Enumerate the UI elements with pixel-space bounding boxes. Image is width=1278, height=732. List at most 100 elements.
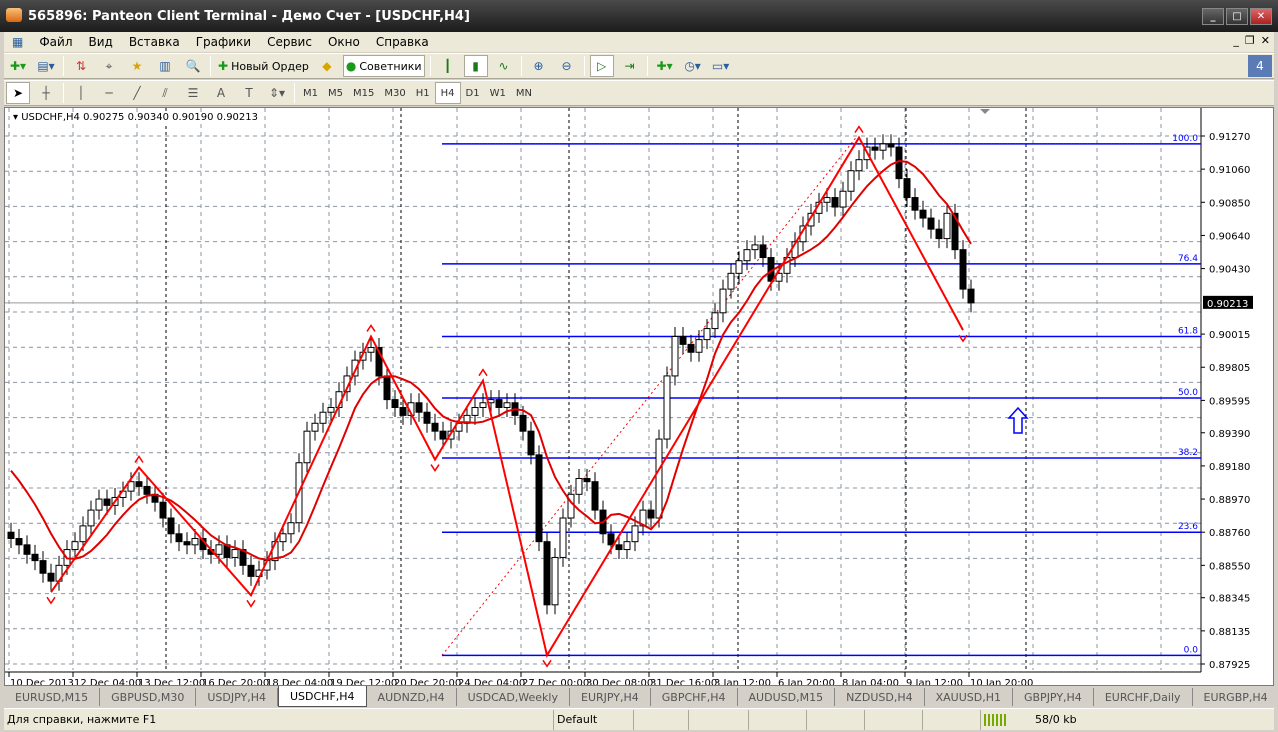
auto-scroll-icon[interactable]: ▷ <box>589 55 614 77</box>
line-chart-icon[interactable]: ∿ <box>492 55 516 77</box>
timeframe-h4[interactable]: H4 <box>434 82 461 104</box>
bear-candle <box>39 560 47 574</box>
timeframe-m15[interactable]: M15 <box>348 82 379 104</box>
bull-candle <box>655 438 663 519</box>
candlestick-icon[interactable]: ▮ <box>463 55 488 77</box>
bull-candle <box>367 347 375 353</box>
indicators-icon[interactable]: ✚▾ <box>653 55 677 77</box>
zoom-in-icon[interactable]: ⊕ <box>527 55 551 77</box>
bear-candle <box>759 244 767 259</box>
bear-candle <box>7 531 15 540</box>
equidistant-channel-icon[interactable]: ⫽ <box>153 82 177 104</box>
chart-tab[interactable]: EURJPY,H4 <box>570 688 651 706</box>
bear-candle <box>383 375 391 401</box>
minimize-button[interactable]: _ <box>1202 8 1224 25</box>
chart-tab[interactable]: GBPJPY,H4 <box>1013 688 1094 706</box>
price-chart[interactable]: 0.91270 0.91060 0.90850 0.90640 0.90430 0.900… <box>5 108 1273 685</box>
menu-charts[interactable]: Графики <box>188 35 259 49</box>
notifications-icon[interactable]: 4 <box>1248 55 1272 77</box>
bull-candle <box>623 541 631 551</box>
price-label: 0.89805 <box>1209 363 1250 374</box>
bear-candle <box>247 564 255 577</box>
metaeditor-icon[interactable]: ◆ <box>315 55 339 77</box>
text-label-icon[interactable]: T <box>237 82 261 104</box>
strategy-tester-icon[interactable]: 🔍 <box>181 55 205 77</box>
text-icon[interactable]: A <box>209 82 233 104</box>
crosshair-icon[interactable]: ┼ <box>34 82 58 104</box>
chart-window[interactable]: 0.91270 0.91060 0.90850 0.90640 0.90430 0.900… <box>4 107 1274 686</box>
menu-help[interactable]: Справка <box>368 35 437 49</box>
time-label: 10 Dec 2013 <box>10 678 74 685</box>
timeframe-m5[interactable]: M5 <box>323 82 348 104</box>
bull-candle <box>319 411 327 424</box>
chart-window-icon[interactable]: ▦ <box>4 35 31 49</box>
swing-high-arrow-icon <box>478 368 488 377</box>
chart-tab[interactable]: EURUSD,M15 <box>4 688 101 706</box>
arrows-icon[interactable]: ⇕▾ <box>265 82 289 104</box>
bear-candle <box>959 249 967 290</box>
data-window-icon[interactable]: ⌖ <box>97 55 121 77</box>
new-chart-icon[interactable]: ✚▾ <box>6 55 30 77</box>
chart-tab[interactable]: USDJPY,H4 <box>196 688 278 706</box>
bear-candle <box>911 197 919 211</box>
timeframe-h1[interactable]: H1 <box>411 82 435 104</box>
menu-tools[interactable]: Сервис <box>259 35 320 49</box>
status-bar: Для справки, нажмите F1 Default 58/0 kb <box>4 708 1274 730</box>
timeframe-mn[interactable]: MN <box>511 82 537 104</box>
menu-window[interactable]: Окно <box>320 35 368 49</box>
mdi-restore-button[interactable]: ❐ <box>1245 34 1255 47</box>
menu-view[interactable]: Вид <box>81 35 121 49</box>
timeframe-m30[interactable]: M30 <box>379 82 410 104</box>
templates-icon[interactable]: ▭▾ <box>709 55 733 77</box>
bear-candle <box>431 422 439 432</box>
chart-shift-icon[interactable]: ⇥ <box>618 55 642 77</box>
market-watch-icon[interactable]: ⇅ <box>69 55 93 77</box>
bear-candle <box>167 517 175 535</box>
close-button[interactable]: ✕ <box>1250 8 1272 25</box>
bull-candle <box>95 498 103 511</box>
chart-tab[interactable]: EURCHF,Daily <box>1094 688 1193 706</box>
chart-tab[interactable]: XAUUSD,H1 <box>925 688 1013 706</box>
navigator-icon[interactable]: ★ <box>125 55 149 77</box>
bear-candle <box>535 454 543 543</box>
bear-candle <box>143 485 151 495</box>
menu-insert[interactable]: Вставка <box>121 35 188 49</box>
swing-low-arrow-icon <box>430 464 440 472</box>
bar-chart-icon[interactable]: ┃ <box>436 55 460 77</box>
chart-tab[interactable]: USDCAD,Weekly <box>457 688 570 706</box>
maximize-button[interactable]: □ <box>1226 8 1248 25</box>
chart-tab[interactable]: AUDUSD,M15 <box>738 688 836 706</box>
swing-low-arrow-icon <box>46 596 56 605</box>
chart-tab[interactable]: AUDNZD,H4 <box>367 688 457 706</box>
chart-tab[interactable]: GBPUSD,M30 <box>100 688 197 706</box>
timeframe-d1[interactable]: D1 <box>461 82 485 104</box>
profiles-icon[interactable]: ▤▾ <box>34 55 58 77</box>
window-title: 565896: Panteon Client Terminal - Демо С… <box>28 8 470 24</box>
vertical-line-icon[interactable]: │ <box>69 82 93 104</box>
experts-button[interactable]: ● Советники <box>342 55 425 77</box>
terminal-icon[interactable]: ▥ <box>153 55 177 77</box>
chart-tab[interactable]: EURGBP,H4 <box>1193 688 1278 706</box>
bear-candle <box>183 541 191 546</box>
periods-icon[interactable]: ◷▾ <box>681 55 705 77</box>
horizontal-line-icon[interactable]: ─ <box>97 82 121 104</box>
bull-candle <box>575 478 583 495</box>
mdi-minimize-button[interactable]: _ <box>1233 34 1239 47</box>
chart-tab[interactable]: GBPCHF,H4 <box>651 688 738 706</box>
bear-candle <box>423 411 431 424</box>
chart-tab[interactable]: USDCHF,H4 <box>277 686 367 707</box>
time-label: 6 Jan 20:00 <box>778 678 835 685</box>
chart-tab[interactable]: NZDUSD,H4 <box>835 688 925 706</box>
new-order-button[interactable]: ✚ Новый Ордер <box>216 55 311 77</box>
timeframe-w1[interactable]: W1 <box>485 82 511 104</box>
menu-file[interactable]: Файл <box>31 35 80 49</box>
bull-candle <box>751 244 759 251</box>
bear-candle <box>103 498 111 506</box>
cursor-icon[interactable]: ➤ <box>6 82 30 104</box>
trendline-icon[interactable]: ╱ <box>125 82 149 104</box>
bear-candle <box>495 399 503 408</box>
fibonacci-icon[interactable]: ☰ <box>181 82 205 104</box>
zoom-out-icon[interactable]: ⊖ <box>555 55 579 77</box>
timeframe-m1[interactable]: M1 <box>298 82 323 104</box>
mdi-close-button[interactable]: ✕ <box>1261 34 1270 47</box>
